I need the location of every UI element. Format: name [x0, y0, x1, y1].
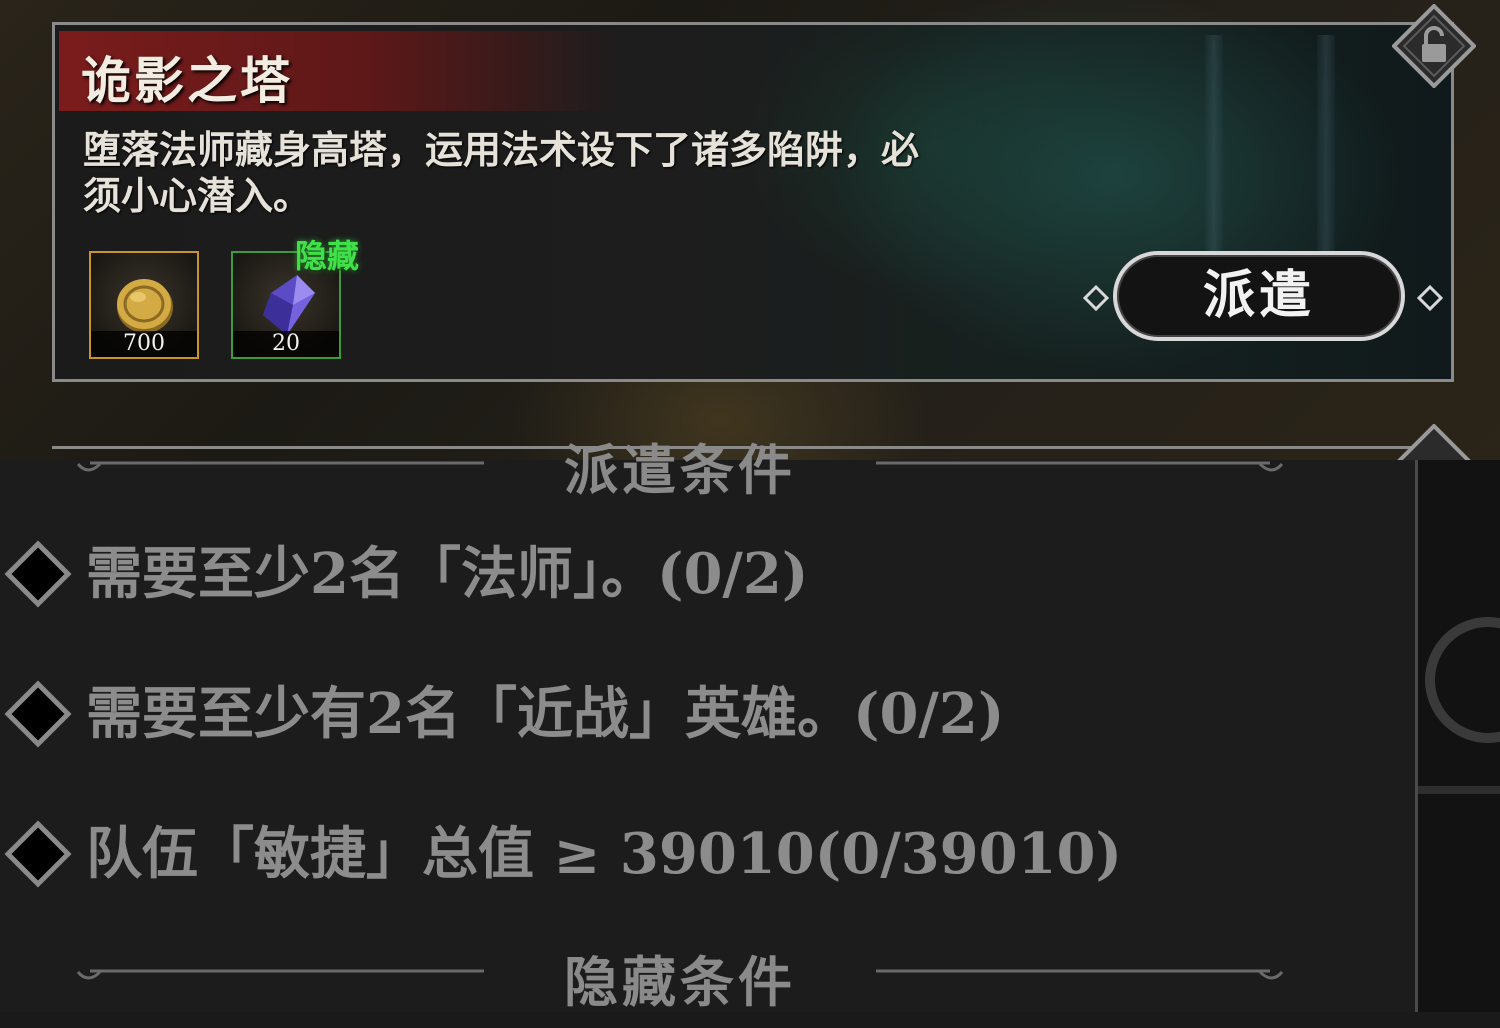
- mission-title: 诡影之塔: [81, 51, 293, 110]
- mission-card[interactable]: 诡影之塔 堕落法师藏身高塔，运用法术设下了诸多陷阱，必须小心潜入。 700 20…: [52, 22, 1454, 382]
- side-strip: [1418, 460, 1500, 1012]
- crystal-icon: [263, 275, 315, 335]
- diamond-bullet-icon: [4, 680, 72, 748]
- hidden-reward-tag: 隐藏: [295, 237, 360, 275]
- hidden-conditions-header: 隐藏条件: [60, 950, 1300, 1028]
- mission-description: 堕落法师藏身高塔，运用法术设下了诸多陷阱，必须小心潜入。: [83, 127, 920, 218]
- mission-scene: 诡影之塔 堕落法师藏身高塔，运用法术设下了诸多陷阱，必须小心潜入。 700 20…: [0, 0, 1500, 460]
- background-pillar: [1317, 35, 1335, 255]
- gold-coin-icon: [117, 279, 173, 333]
- ornament-right-icon: [1417, 285, 1443, 311]
- lock-icon[interactable]: [1392, 4, 1476, 88]
- dispatch-button-group: 派遣: [1083, 247, 1443, 347]
- ring-ornament-icon: [1418, 617, 1500, 794]
- dispatch-conditions-title: 派遣条件: [564, 438, 796, 502]
- title-banner: 诡影之塔: [59, 31, 619, 111]
- diamond-bullet-icon: [4, 820, 72, 888]
- dispatch-button[interactable]: 派遣: [1113, 251, 1405, 341]
- reward-quantity: 700: [91, 331, 197, 357]
- condition-text: 需要至少2名「法师」。(0/2): [86, 541, 809, 607]
- background-pillar: [1205, 35, 1223, 255]
- conditions-panel: 派遣条件 需要至少2名「法师」。(0/2) 需要至少有2名「近战」英雄。(0/2…: [0, 438, 1418, 1014]
- dispatch-conditions-header: 派遣条件: [60, 438, 1300, 520]
- diamond-bullet-icon: [4, 540, 72, 608]
- condition-text: 需要至少有2名「近战」英雄。(0/2): [86, 681, 1005, 747]
- condition-text: 队伍「敏捷」总值 ≥ 39010(0/39010): [86, 821, 1122, 887]
- reward-gold[interactable]: 700: [89, 251, 199, 359]
- lock-icon[interactable]: [1396, 424, 1472, 460]
- ornament-left-icon: [1083, 285, 1109, 311]
- reward-quantity: 20: [233, 331, 339, 357]
- hidden-conditions-title: 隐藏条件: [564, 950, 796, 1014]
